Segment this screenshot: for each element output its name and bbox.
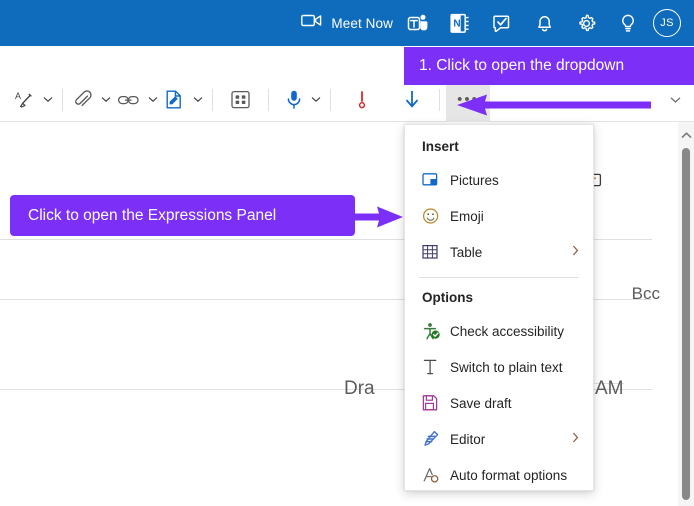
menu-item-label: Switch to plain text <box>450 359 563 375</box>
high-importance-icon[interactable] <box>349 85 375 115</box>
callout-expressions-panel-text: Click to open the Expressions Panel <box>28 206 277 224</box>
dictate-chevron-down-icon[interactable] <box>307 85 324 115</box>
insert-link-icon[interactable] <box>114 85 144 115</box>
menu-item-pictures[interactable]: Pictures <box>405 162 593 198</box>
toolbar-divider <box>439 88 440 111</box>
menu-item-table[interactable]: Table <box>405 234 593 270</box>
callout-arrow-to-expressions-panel <box>355 205 405 234</box>
save-floppy-icon <box>422 394 450 412</box>
signature-chevron-down-icon[interactable] <box>189 85 206 115</box>
meet-now-button[interactable]: Meet Now <box>301 0 397 46</box>
toolbar-divider <box>330 88 331 111</box>
submenu-chevron-right-icon <box>572 243 579 261</box>
toolbar-divider <box>212 88 213 111</box>
more-options-dropdown-menu: Insert Pictures Emoji Table Options Chec… <box>404 124 594 491</box>
menu-section-heading-options: Options <box>422 290 473 305</box>
insert-link-chevron-down-icon[interactable] <box>144 85 161 115</box>
plain-text-t-icon <box>422 358 450 376</box>
attach-file-icon[interactable] <box>69 85 97 115</box>
low-importance-icon[interactable] <box>399 85 425 115</box>
menu-item-label: Pictures <box>450 172 499 188</box>
callout-step-1-text: 1. Click to open the dropdown <box>419 57 625 74</box>
lightbulb-help-icon[interactable] <box>607 0 649 46</box>
menu-item-auto-format-options[interactable]: Auto format options <box>405 457 593 493</box>
menu-item-label: Auto format options <box>450 467 568 483</box>
submenu-chevron-right-icon <box>572 430 579 448</box>
text-format-icon[interactable]: A <box>11 85 39 115</box>
menu-item-label: Table <box>450 244 483 260</box>
menu-item-save-draft[interactable]: Save draft <box>405 385 593 421</box>
draft-status-prefix: Dra <box>344 378 375 399</box>
menu-item-switch-to-plain-text[interactable]: Switch to plain text <box>405 349 593 385</box>
scroll-up-arrow-icon[interactable] <box>678 129 694 141</box>
avatar[interactable]: JS <box>653 9 681 37</box>
gear-icon[interactable] <box>565 0 607 46</box>
apps-grid-icon[interactable] <box>227 85 254 115</box>
callout-arrow-to-more-button <box>455 93 655 122</box>
vertical-scrollbar[interactable] <box>678 122 694 506</box>
app-header-bar: Meet Now N JS <box>0 0 694 46</box>
onenote-icon[interactable]: N <box>439 0 481 46</box>
video-camera-icon <box>301 13 322 33</box>
emoji-smiley-icon <box>422 207 450 225</box>
draft-status-suffix: AM <box>595 378 624 399</box>
email-compose-window: Meet Now N JS A ••• Bcc Dra AM Insert Pi… <box>0 0 694 506</box>
signature-icon[interactable] <box>161 85 189 115</box>
menu-item-label: Check accessibility <box>450 323 565 339</box>
menu-item-label: Editor <box>450 431 486 447</box>
teams-icon[interactable] <box>397 0 439 46</box>
bcc-field-label[interactable]: Bcc <box>632 284 660 304</box>
svg-text:N: N <box>453 18 460 29</box>
toolbar-divider <box>268 88 269 111</box>
callout-step-1: 1. Click to open the dropdown <box>404 47 694 85</box>
pictures-icon <box>422 172 450 189</box>
editor-pen-icon <box>422 430 450 448</box>
menu-section-heading-insert: Insert <box>422 139 459 154</box>
menu-item-check-accessibility[interactable]: Check accessibility <box>405 313 593 349</box>
menu-divider <box>419 277 579 278</box>
meet-now-label: Meet Now <box>331 15 393 31</box>
svg-text:A: A <box>15 91 21 101</box>
menu-item-label: Save draft <box>450 395 512 411</box>
attach-file-chevron-down-icon[interactable] <box>97 85 114 115</box>
auto-format-icon <box>422 466 450 484</box>
tasks-icon[interactable] <box>481 0 523 46</box>
table-grid-icon <box>422 244 450 261</box>
notifications-bell-icon[interactable] <box>523 0 565 46</box>
menu-item-editor[interactable]: Editor <box>405 421 593 457</box>
avatar-initials: JS <box>660 17 674 29</box>
callout-expressions-panel: Click to open the Expressions Panel <box>10 195 355 236</box>
menu-item-emoji[interactable]: Emoji <box>405 198 593 234</box>
toolbar-divider <box>62 88 63 111</box>
text-format-chevron-down-icon[interactable] <box>39 85 56 115</box>
dictate-microphone-icon[interactable] <box>281 85 307 115</box>
scrollbar-thumb[interactable] <box>682 148 690 500</box>
accessibility-check-icon <box>422 322 450 340</box>
menu-item-label: Emoji <box>450 208 484 224</box>
